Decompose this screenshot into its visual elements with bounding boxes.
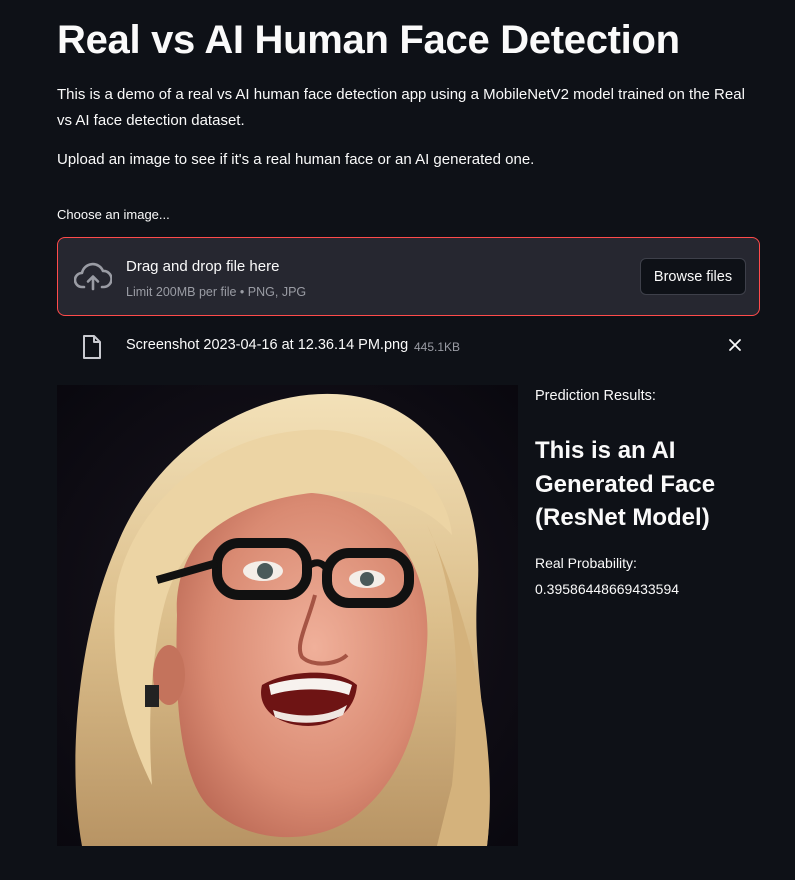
- file-dropzone[interactable]: Drag and drop file here Limit 200MB per …: [57, 237, 760, 316]
- upload-instruction: Upload an image to see if it's a real hu…: [57, 151, 535, 168]
- uploaded-file-size: 445.1KB: [414, 340, 461, 354]
- app-page: Real vs AI Human Face Detection This is …: [0, 0, 795, 880]
- prediction-heading: This is an AI Generated Face (ResNet Mod…: [535, 437, 716, 531]
- uploaded-file-name: Screenshot 2023-04-16 at 12.36.14 PM.png: [126, 337, 409, 353]
- dropzone-limit: Limit 200MB per file • PNG, JPG: [126, 285, 307, 299]
- page-title: Real vs AI Human Face Detection: [57, 18, 680, 62]
- real-probability-value: 0.39586448669433594: [535, 581, 680, 597]
- uploaded-face-image: [57, 385, 518, 846]
- close-icon[interactable]: [725, 335, 745, 355]
- prediction-results-label: Prediction Results:: [535, 388, 656, 404]
- dropzone-instruction: Drag and drop file here: [126, 258, 280, 275]
- uploader-label: Choose an image...: [57, 207, 170, 222]
- browse-files-button[interactable]: Browse files: [640, 258, 746, 295]
- file-icon: [83, 335, 101, 359]
- real-probability-label: Real Probability:: [535, 555, 637, 571]
- uploaded-file-row: Screenshot 2023-04-16 at 12.36.14 PM.png…: [57, 330, 760, 362]
- cloud-upload-icon: [74, 262, 112, 291]
- app-description: This is a demo of a real vs AI human fac…: [57, 86, 745, 129]
